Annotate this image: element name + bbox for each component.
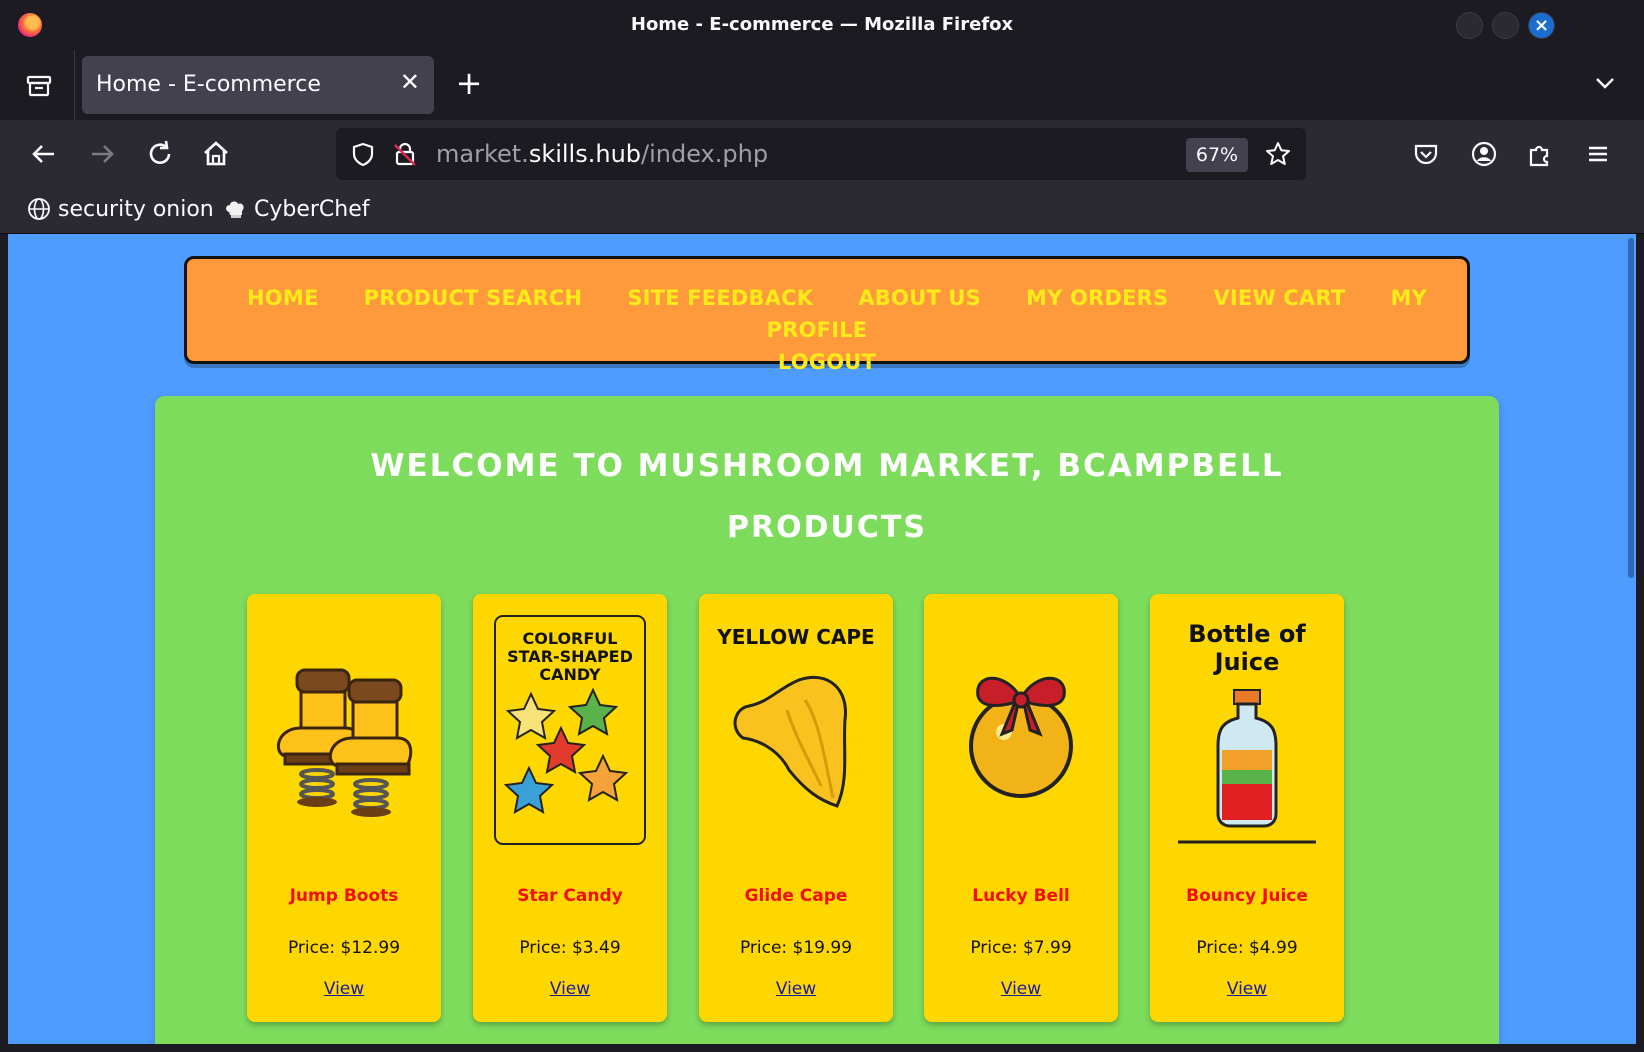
product-view-link[interactable]: View [1150, 979, 1344, 999]
forward-arrow-icon[interactable] [84, 136, 120, 172]
product-view-link[interactable]: View [699, 979, 893, 999]
glide-cape-image: YELLOW CAPE [716, 625, 875, 808]
product-card: Jump Boots Price: $12.99 View [247, 594, 441, 1022]
product-price: Price: $3.49 [519, 938, 621, 958]
page-scrollbar[interactable] [1626, 234, 1636, 1044]
extensions-puzzle-icon[interactable] [1524, 138, 1556, 170]
product-price: Price: $12.99 [287, 938, 401, 958]
account-icon[interactable] [1468, 138, 1500, 170]
insecure-lock-icon[interactable] [392, 141, 418, 167]
product-view-link[interactable]: View [473, 979, 667, 999]
view-recent-tabs-icon[interactable] [22, 68, 56, 102]
products-heading: PRODUCTS [727, 510, 927, 545]
hamburger-menu-icon[interactable] [1582, 138, 1614, 170]
globe-icon [28, 198, 50, 220]
list-all-tabs-chevron-icon[interactable] [1594, 72, 1616, 94]
close-window-button[interactable]: × [1528, 12, 1555, 39]
star-candy-image: COLORFUL STAR-SHAPED CANDY [494, 615, 646, 845]
chef-hat-icon [226, 201, 244, 218]
maximize-button[interactable] [1492, 12, 1519, 39]
svg-text:CANDY: CANDY [539, 665, 601, 684]
svg-text:YELLOW CAPE: YELLOW CAPE [716, 625, 874, 649]
product-name: Jump Boots [289, 886, 399, 906]
tab-separator [74, 50, 75, 120]
nav-home-link[interactable]: HOME [247, 286, 318, 310]
svg-text:Bottle of: Bottle of [1188, 620, 1306, 648]
svg-text:Juice: Juice [1213, 648, 1280, 676]
tracking-protection-shield-icon[interactable] [350, 141, 376, 167]
site-navigation: HOME PRODUCT SEARCH SITE FEEDBACK ABOUT … [184, 256, 1470, 374]
lucky-bell-image [969, 676, 1073, 798]
welcome-heading: WELCOME TO MUSHROOM MARKET, BCAMPBELL [370, 448, 1284, 484]
product-name: Star Candy [517, 886, 623, 906]
reload-icon[interactable] [142, 136, 178, 172]
nav-logout-link[interactable]: LOGOUT [778, 350, 876, 374]
product-name: Glide Cape [744, 886, 848, 906]
product-price: Price: $7.99 [970, 938, 1072, 958]
url-text[interactable]: market.skills.hub/index.php [436, 140, 768, 168]
product-card: YELLOW CAPE Glide Cape Price: $19.99 Vie… [699, 594, 893, 1022]
nav-site-feedback-link[interactable]: SITE FEEDBACK [627, 286, 813, 310]
nav-my-orders-link[interactable]: MY ORDERS [1026, 286, 1168, 310]
bookmark-cyberchef[interactable]: CyberChef [222, 196, 370, 222]
new-tab-button[interactable]: + [452, 64, 486, 104]
svg-text:STAR-SHAPED: STAR-SHAPED [507, 647, 633, 666]
product-price: Price: $4.99 [1196, 938, 1298, 958]
bookmark-label: CyberChef [254, 196, 370, 222]
product-price: Price: $19.99 [739, 938, 853, 958]
product-view-link[interactable]: View [247, 979, 441, 999]
address-bar[interactable]: market.skills.hub/index.php 67% [336, 128, 1306, 180]
nav-product-search-link[interactable]: PRODUCT SEARCH [364, 286, 583, 310]
product-view-link[interactable]: View [924, 979, 1118, 999]
zoom-level-indicator[interactable]: 67% [1186, 138, 1248, 172]
product-card: Bottle of Juice Bouncy Juice Price: $4.9… [1150, 594, 1344, 1022]
scrollbar-thumb[interactable] [1628, 238, 1634, 578]
jump-boots-image [277, 668, 413, 817]
tab-close-icon[interactable]: ✕ [400, 68, 420, 96]
product-name: Bouncy Juice [1186, 886, 1308, 906]
bookmark-label: security onion [58, 196, 214, 222]
window-title: Home - E-commerce — Mozilla Firefox [630, 14, 1014, 35]
pocket-icon[interactable] [1410, 138, 1442, 170]
navigation-toolbar: market.skills.hub/index.php 67% [0, 120, 1644, 188]
page-viewport: HOME PRODUCT SEARCH SITE FEEDBACK ABOUT … [8, 234, 1636, 1044]
product-card: COLORFUL STAR-SHAPED CANDY Star Candy Pr… [473, 594, 667, 1022]
nav-about-us-link[interactable]: ABOUT US [858, 286, 981, 310]
tab-bar: Home - E-commerce ✕ + [0, 50, 1644, 120]
product-card: Lucky Bell Price: $7.99 View [924, 594, 1118, 1022]
svg-text:COLORFUL: COLORFUL [522, 629, 617, 648]
back-arrow-icon[interactable] [26, 136, 62, 172]
bookmark-security-onion[interactable]: security onion [26, 196, 214, 222]
product-name: Lucky Bell [972, 886, 1070, 906]
window-titlebar: Home - E-commerce — Mozilla Firefox × [0, 0, 1644, 50]
products-panel: WELCOME TO MUSHROOM MARKET, BCAMPBELL PR… [155, 396, 1499, 1044]
bouncy-juice-image: Bottle of Juice [1178, 620, 1316, 844]
home-icon[interactable] [198, 136, 234, 172]
bookmarks-toolbar: security onion CyberChef [0, 188, 1644, 234]
tab-active[interactable]: Home - E-commerce ✕ [82, 56, 434, 114]
nav-view-cart-link[interactable]: VIEW CART [1213, 286, 1345, 310]
bookmark-star-icon[interactable] [1264, 140, 1292, 168]
minimize-button[interactable] [1456, 12, 1483, 39]
tab-title: Home - E-commerce [96, 72, 321, 97]
